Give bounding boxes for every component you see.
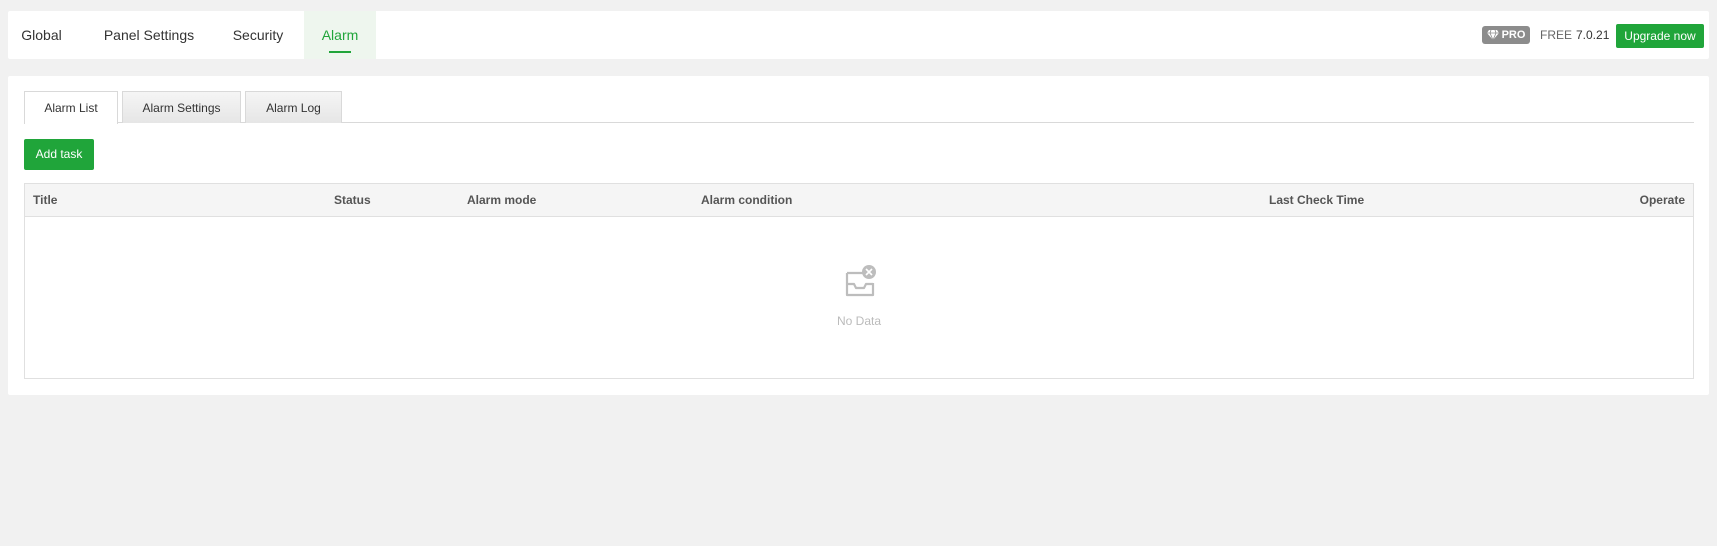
version-label: 7.0.21 bbox=[1576, 28, 1610, 42]
subtab-alarm-log-label: Alarm Log bbox=[266, 101, 321, 115]
table-header: Title Status Alarm mode Alarm condition … bbox=[25, 184, 1693, 217]
tab-panel-settings-label: Panel Settings bbox=[103, 27, 195, 43]
empty-inbox-icon bbox=[845, 265, 876, 297]
column-status: Status bbox=[334, 193, 371, 207]
tab-alarm-label: Alarm bbox=[321, 27, 359, 43]
gem-icon bbox=[1486, 30, 1499, 40]
subtab-alarm-settings[interactable]: Alarm Settings bbox=[122, 91, 241, 123]
upgrade-now-button[interactable]: Upgrade now bbox=[1616, 24, 1704, 48]
column-title: Title bbox=[33, 193, 58, 207]
subtab-alarm-log[interactable]: Alarm Log bbox=[245, 91, 342, 123]
pro-badge[interactable]: PRO bbox=[1482, 26, 1530, 44]
tab-security-label: Security bbox=[232, 27, 284, 43]
tab-security[interactable]: Security bbox=[218, 11, 298, 59]
column-alarm-mode: Alarm mode bbox=[467, 193, 537, 207]
active-tab-indicator bbox=[329, 51, 351, 53]
subtab-alarm-list-label: Alarm List bbox=[44, 101, 98, 115]
empty-state: No Data bbox=[25, 217, 1693, 378]
subtab-alarm-settings-label: Alarm Settings bbox=[142, 101, 221, 115]
no-data-text: No Data bbox=[836, 314, 882, 328]
alarm-panel: Alarm List Alarm Settings Alarm Log Add … bbox=[8, 76, 1709, 395]
tab-global[interactable]: Global bbox=[8, 11, 75, 59]
add-task-button[interactable]: Add task bbox=[24, 139, 94, 170]
tab-panel-settings[interactable]: Panel Settings bbox=[88, 11, 210, 59]
alarm-table: Title Status Alarm mode Alarm condition … bbox=[24, 183, 1694, 379]
plan-label: FREE bbox=[1540, 28, 1573, 42]
column-last-check-time: Last Check Time bbox=[1269, 193, 1365, 207]
subtab-alarm-list[interactable]: Alarm List bbox=[24, 91, 118, 124]
top-nav-bar: Global Panel Settings Security Alarm PRO… bbox=[8, 11, 1709, 59]
pro-badge-label: PRO bbox=[1501, 29, 1526, 41]
tab-global-label: Global bbox=[21, 27, 62, 43]
tab-alarm[interactable]: Alarm bbox=[304, 11, 376, 59]
column-operate: Operate bbox=[1639, 193, 1685, 207]
column-alarm-condition: Alarm condition bbox=[701, 193, 793, 207]
